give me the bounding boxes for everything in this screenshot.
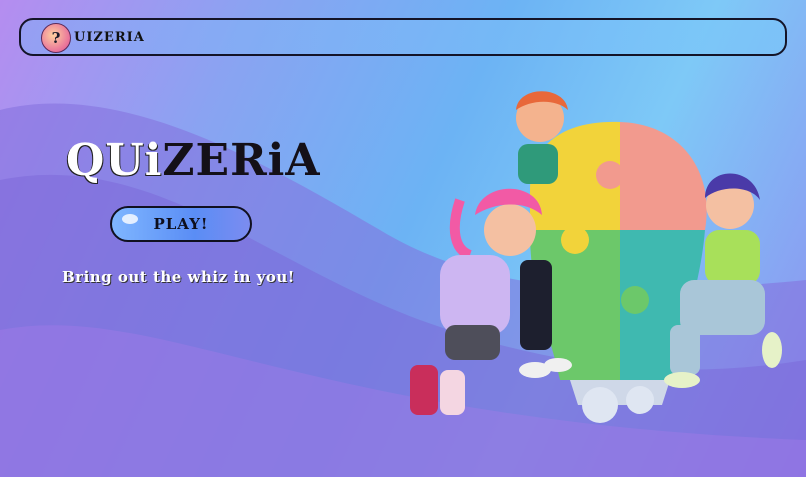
brand-name[interactable]: UIZERIA [74,30,145,45]
button-shine [122,214,138,224]
hero-title-part1: QUi [66,135,163,186]
puzzle-lightbulb-team-illustration [410,91,782,423]
navbar: ? UIZERIA [19,18,787,56]
hero-title-part2: ZERiA [162,135,321,186]
play-button[interactable]: PLAY! [110,206,252,242]
play-button-label: PLAY! [153,215,209,233]
hero-title: QUiZERiA [66,135,321,186]
logo-question-icon[interactable]: ? [41,23,71,53]
tagline: Bring out the whiz in you! [62,268,295,286]
logo-glyph: ? [51,29,61,47]
